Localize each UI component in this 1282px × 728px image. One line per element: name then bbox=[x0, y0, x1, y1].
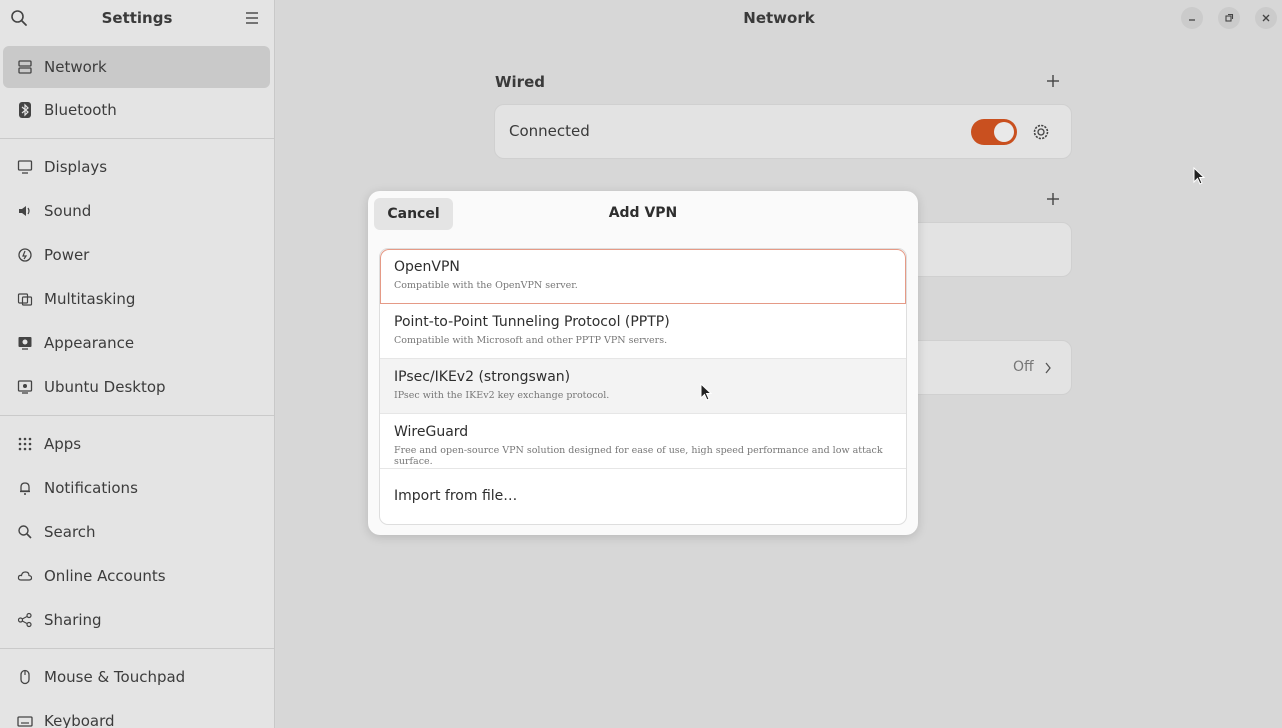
sidebar-item-label: Online Accounts bbox=[44, 567, 166, 585]
vpn-option-wireguard[interactable]: WireGuard Free and open-source VPN solut… bbox=[380, 414, 906, 469]
network-icon bbox=[16, 58, 34, 76]
sidebar-title: Settings bbox=[101, 9, 173, 27]
sidebar-item-label: Displays bbox=[44, 158, 108, 176]
gear-icon[interactable] bbox=[1032, 123, 1050, 141]
wired-toggle[interactable] bbox=[971, 119, 1017, 145]
sidebar-divider bbox=[0, 648, 274, 649]
wired-connection-card[interactable]: Connected bbox=[494, 104, 1072, 159]
sidebar-item-apps[interactable]: Apps bbox=[0, 422, 274, 466]
bell-icon bbox=[16, 479, 34, 497]
sidebar-item-search[interactable]: Search bbox=[0, 510, 274, 554]
import-from-file-row[interactable]: Import from file… bbox=[380, 469, 906, 524]
minimize-icon bbox=[1189, 19, 1195, 21]
sidebar-item-label: Network bbox=[44, 58, 107, 76]
cancel-button[interactable]: Cancel bbox=[374, 198, 453, 230]
sidebar-item-notifications[interactable]: Notifications bbox=[0, 466, 274, 510]
sidebar-list: Network Bluetooth Displays Sound Power M… bbox=[0, 46, 274, 728]
display-icon bbox=[16, 158, 34, 176]
sidebar-item-sharing[interactable]: Sharing bbox=[0, 598, 274, 642]
apps-icon bbox=[16, 435, 34, 453]
multitasking-icon bbox=[16, 290, 34, 308]
bluetooth-icon bbox=[16, 101, 34, 119]
share-icon bbox=[16, 611, 34, 629]
sidebar-item-mouse-touchpad[interactable]: Mouse & Touchpad bbox=[0, 655, 274, 699]
add-vpn-icon[interactable] bbox=[1046, 192, 1060, 206]
vpn-option-openvpn[interactable]: OpenVPN Compatible with the OpenVPN serv… bbox=[380, 249, 906, 304]
sidebar-item-label: Bluetooth bbox=[44, 101, 117, 119]
chevron-right-icon bbox=[1045, 362, 1051, 374]
vpn-option-name: Point-to-Point Tunneling Protocol (PPTP) bbox=[394, 314, 670, 330]
sidebar-item-multitasking[interactable]: Multitasking bbox=[0, 277, 274, 321]
add-wired-icon[interactable] bbox=[1046, 74, 1060, 88]
sidebar-item-label: Ubuntu Desktop bbox=[44, 378, 166, 396]
close-icon bbox=[1262, 14, 1270, 22]
sidebar-divider bbox=[0, 415, 274, 416]
wired-section-title: Wired bbox=[495, 73, 545, 91]
maximize-button[interactable] bbox=[1218, 7, 1240, 29]
vpn-option-description: Free and open-source VPN solution design… bbox=[394, 445, 883, 467]
wired-status-label: Connected bbox=[509, 122, 590, 140]
minimize-button[interactable] bbox=[1181, 7, 1203, 29]
sidebar-item-network[interactable]: Network bbox=[3, 46, 270, 88]
sidebar: Settings Network Bluetooth Displays Soun… bbox=[0, 0, 275, 728]
sidebar-item-ubuntu-desktop[interactable]: Ubuntu Desktop bbox=[0, 365, 274, 409]
add-vpn-dialog: Add VPN Cancel OpenVPN Compatible with t… bbox=[368, 191, 918, 535]
sidebar-item-displays[interactable]: Displays bbox=[0, 145, 274, 189]
mouse-icon bbox=[16, 668, 34, 686]
toggle-knob bbox=[994, 122, 1014, 142]
close-button[interactable] bbox=[1255, 7, 1277, 29]
sidebar-item-keyboard[interactable]: Keyboard bbox=[0, 699, 274, 728]
vpn-option-name: OpenVPN bbox=[394, 259, 460, 275]
sidebar-item-sound[interactable]: Sound bbox=[0, 189, 274, 233]
mouse-cursor-icon bbox=[700, 383, 713, 401]
vpn-option-description: IPsec with the IKEv2 key exchange protoc… bbox=[394, 390, 610, 401]
vpn-option-description: Compatible with Microsoft and other PPTP… bbox=[394, 335, 668, 346]
appearance-icon bbox=[16, 334, 34, 352]
sidebar-item-bluetooth[interactable]: Bluetooth bbox=[0, 88, 274, 132]
proxy-status: Off bbox=[1013, 359, 1034, 375]
sidebar-item-label: Multitasking bbox=[44, 290, 136, 308]
vpn-option-name: WireGuard bbox=[394, 424, 469, 440]
ubuntu-desktop-icon bbox=[16, 378, 34, 396]
vpn-option-ipsec[interactable]: IPsec/IKEv2 (strongswan) IPsec with the … bbox=[380, 359, 906, 414]
restore-icon bbox=[1225, 13, 1234, 22]
sidebar-item-label: Power bbox=[44, 246, 90, 264]
sidebar-divider bbox=[0, 138, 274, 139]
sidebar-item-power[interactable]: Power bbox=[0, 233, 274, 277]
mouse-cursor-icon bbox=[1193, 167, 1206, 185]
page-title: Network bbox=[743, 9, 815, 27]
vpn-option-description: Compatible with the OpenVPN server. bbox=[394, 280, 578, 291]
sidebar-item-label: Appearance bbox=[44, 334, 135, 352]
sidebar-item-label: Sound bbox=[44, 202, 92, 220]
sidebar-item-label: Apps bbox=[44, 435, 82, 453]
sidebar-item-label: Search bbox=[44, 523, 96, 541]
vpn-option-name: IPsec/IKEv2 (strongswan) bbox=[394, 369, 571, 385]
sidebar-item-label: Mouse & Touchpad bbox=[44, 668, 186, 686]
sidebar-header: Settings bbox=[0, 0, 274, 36]
vpn-type-list: OpenVPN Compatible with the OpenVPN serv… bbox=[379, 248, 907, 525]
sidebar-item-online-accounts[interactable]: Online Accounts bbox=[0, 554, 274, 598]
power-icon bbox=[16, 246, 34, 264]
cloud-icon bbox=[16, 567, 34, 585]
import-from-file-label: Import from file… bbox=[394, 488, 518, 504]
keyboard-icon bbox=[16, 712, 34, 728]
sidebar-item-label: Sharing bbox=[44, 611, 102, 629]
sidebar-item-label: Notifications bbox=[44, 479, 138, 497]
vpn-option-pptp[interactable]: Point-to-Point Tunneling Protocol (PPTP)… bbox=[380, 304, 906, 359]
hamburger-menu-icon[interactable] bbox=[244, 10, 260, 26]
sidebar-item-label: Keyboard bbox=[44, 712, 115, 728]
sound-icon bbox=[16, 202, 34, 220]
search-icon bbox=[16, 523, 34, 541]
sidebar-item-appearance[interactable]: Appearance bbox=[0, 321, 274, 365]
